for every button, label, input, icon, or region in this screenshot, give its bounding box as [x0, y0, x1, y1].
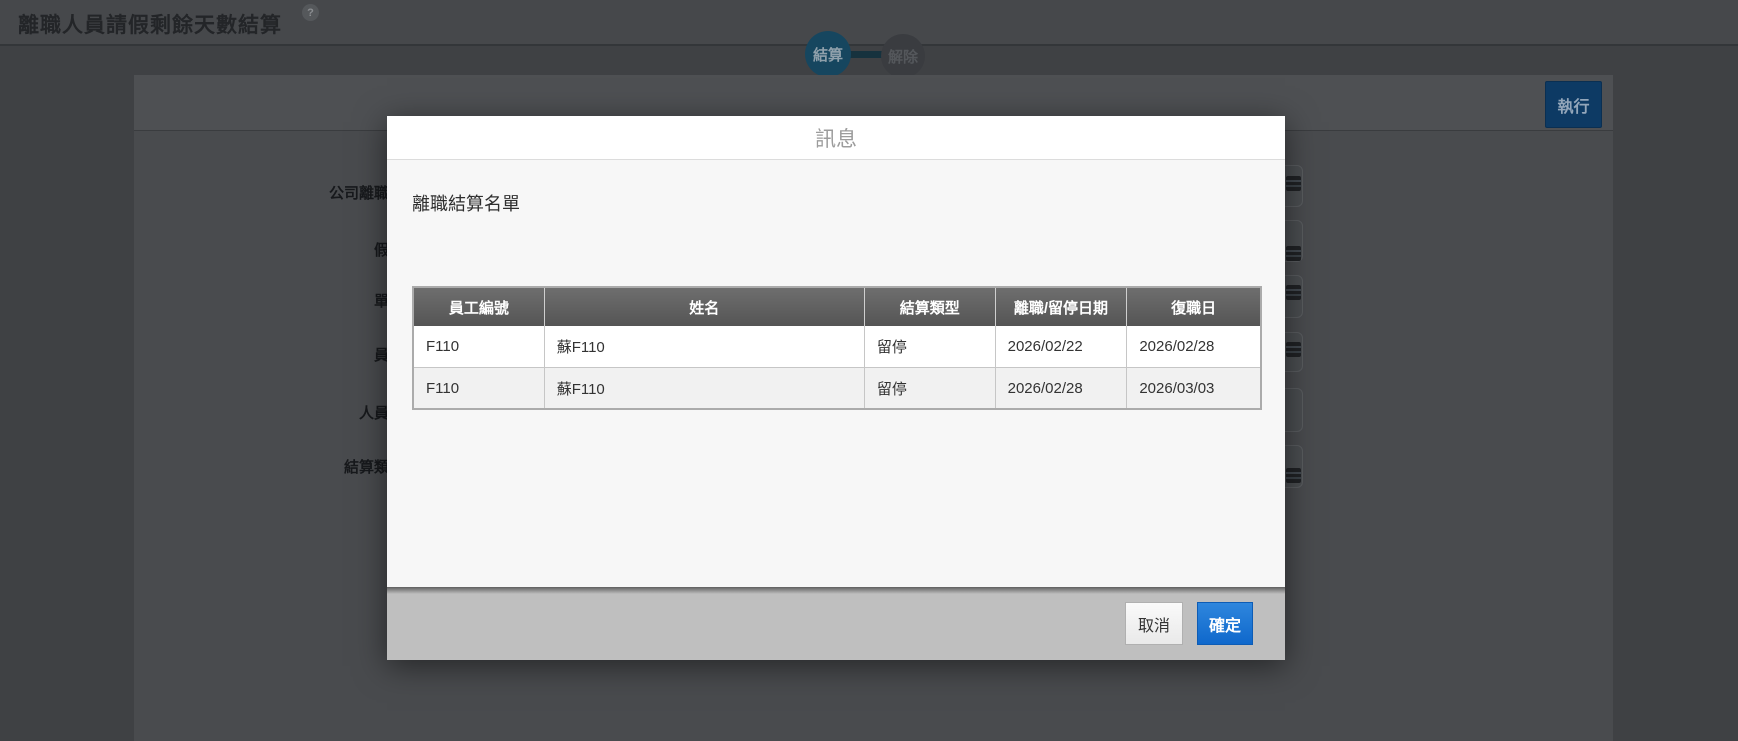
table-row: F110 蘇F110 留停 2026/02/28 2026/03/03	[414, 367, 1260, 408]
screen: 離職人員請假剩餘天數結算 ? 結算 解除 執行 公司離職 假 單 員 人員 結算…	[0, 0, 1738, 741]
cell-settle-type: 留停	[865, 326, 996, 367]
form-label-company-resign: 公司離職	[329, 182, 389, 203]
confirm-button[interactable]: 確定	[1197, 602, 1253, 645]
cell-employee-id: F110	[414, 368, 545, 408]
page-title: 離職人員請假剩餘天數結算	[18, 9, 282, 39]
table-row: F110 蘇F110 留停 2026/02/22 2026/02/28	[414, 326, 1260, 367]
stepper-step-release[interactable]: 解除	[881, 34, 925, 78]
grid-picker-icon[interactable]	[1286, 468, 1301, 483]
cell-name: 蘇F110	[545, 368, 865, 408]
dialog-footer: 取消 確定	[387, 587, 1285, 660]
cell-settle-type: 留停	[865, 368, 996, 408]
calendar-icon[interactable]	[1286, 285, 1301, 300]
execute-button[interactable]: 執行	[1545, 81, 1602, 128]
cell-name: 蘇F110	[545, 326, 865, 367]
cell-employee-id: F110	[414, 326, 545, 367]
cell-resign-date: 2026/02/22	[996, 326, 1128, 367]
grid-picker-icon[interactable]	[1286, 176, 1301, 191]
column-header-settle-type: 結算類型	[865, 288, 996, 326]
column-header-name: 姓名	[545, 288, 865, 326]
column-header-resign-date: 離職/留停日期	[996, 288, 1128, 326]
help-icon[interactable]: ?	[302, 4, 319, 21]
column-header-return-date: 復職日	[1127, 288, 1260, 326]
form-label-personnel: 人員	[359, 402, 389, 423]
dialog-title: 訊息	[815, 123, 857, 153]
form-label-settle-type: 結算類	[344, 456, 389, 477]
dialog-body: 離職結算名單 員工編號 姓名 結算類型 離職/留停日期 復職日 F110 蘇F1…	[387, 160, 1285, 587]
column-header-employee-id: 員工編號	[414, 288, 545, 326]
stepper-connector	[850, 51, 883, 58]
settlement-table: 員工編號 姓名 結算類型 離職/留停日期 復職日 F110 蘇F110 留停 2…	[412, 286, 1262, 410]
cell-return-date: 2026/02/28	[1127, 326, 1260, 367]
cancel-button[interactable]: 取消	[1125, 602, 1183, 645]
calendar-icon[interactable]	[1286, 342, 1301, 357]
stepper-step-settle[interactable]: 結算	[805, 31, 851, 77]
settlement-list-heading: 離職結算名單	[412, 190, 520, 216]
cell-return-date: 2026/03/03	[1127, 368, 1260, 408]
dialog-header: 訊息	[387, 116, 1285, 160]
message-dialog: 訊息 離職結算名單 員工編號 姓名 結算類型 離職/留停日期 復職日 F110 …	[387, 116, 1285, 660]
cell-resign-date: 2026/02/28	[996, 368, 1128, 408]
grid-picker-icon[interactable]	[1286, 246, 1301, 261]
table-header-row: 員工編號 姓名 結算類型 離職/留停日期 復職日	[414, 288, 1260, 326]
